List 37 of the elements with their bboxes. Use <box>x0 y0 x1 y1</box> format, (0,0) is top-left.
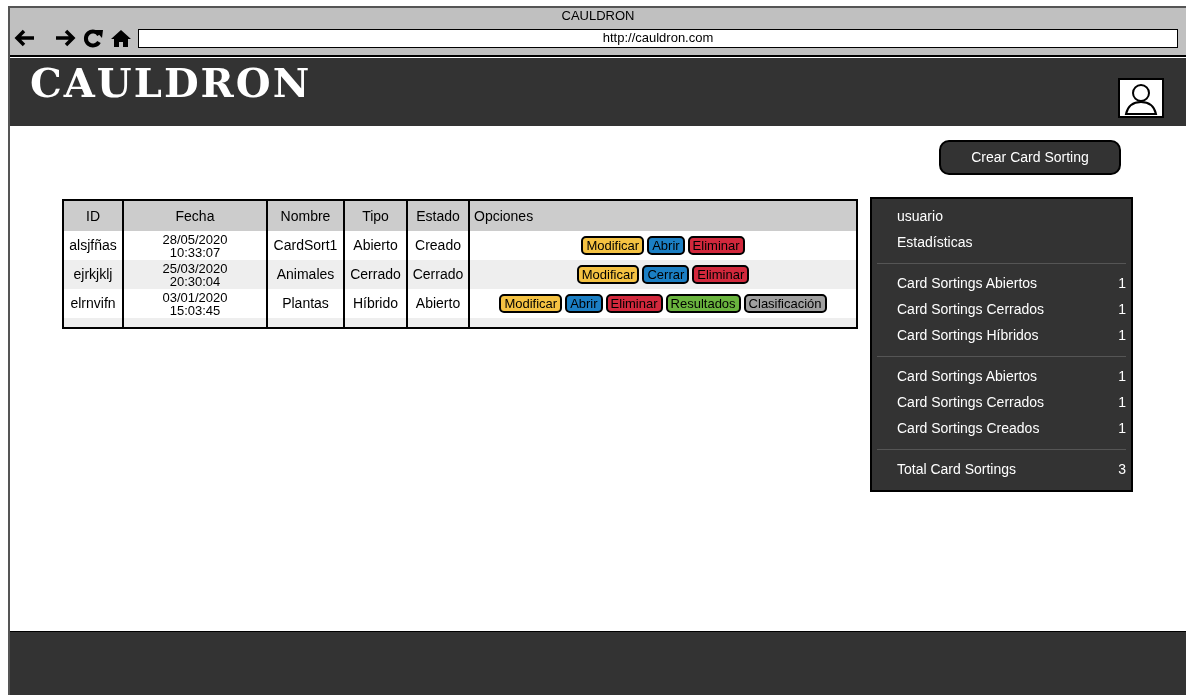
option-button[interactable]: Clasificación <box>743 294 827 313</box>
stat-label: Total Card Sortings <box>897 459 1017 479</box>
window-title: CAULDRON <box>561 8 635 23</box>
option-button[interactable]: Modificar <box>581 236 645 255</box>
stat-label: Card Sortings Híbridos <box>897 325 1039 345</box>
stat-value: 1 <box>1118 418 1126 438</box>
stat-value: 3 <box>1118 459 1126 479</box>
option-button[interactable]: Abrir <box>565 294 603 313</box>
option-button[interactable]: Eliminar <box>605 294 663 313</box>
option-button[interactable]: Eliminar <box>687 236 745 255</box>
stat-value: 1 <box>1118 273 1126 293</box>
stat-label: Card Sortings Abiertos <box>897 273 1038 293</box>
home-icon[interactable] <box>110 29 132 47</box>
stat-label: Card Sortings Cerrados <box>897 299 1045 319</box>
url-field[interactable]: http://cauldron.com <box>138 28 1178 48</box>
reload-icon[interactable] <box>82 28 104 48</box>
stat-label: Card Sortings Abiertos <box>897 366 1038 386</box>
back-icon[interactable] <box>14 29 36 47</box>
forward-icon[interactable] <box>54 29 76 47</box>
create-card-sorting-button[interactable]: Crear Card Sorting <box>939 140 1121 175</box>
statistics-title: Estadísticas <box>897 232 973 252</box>
username: usuario <box>897 206 943 226</box>
option-button[interactable]: Modificar <box>576 265 640 284</box>
option-button[interactable]: Abrir <box>647 236 685 255</box>
stat-value: 1 <box>1118 325 1126 345</box>
option-button[interactable]: Modificar <box>499 294 563 313</box>
stat-value: 1 <box>1118 392 1126 412</box>
logo: CAULDRON <box>30 58 312 108</box>
stat-label: Card Sortings Creados <box>897 418 1040 438</box>
stat-value: 1 <box>1118 366 1126 386</box>
option-button[interactable]: Cerrar <box>642 265 690 284</box>
stat-value: 1 <box>1118 299 1126 319</box>
option-button[interactable]: Resultados <box>665 294 741 313</box>
avatar-icon[interactable] <box>1118 78 1164 118</box>
stat-label: Card Sortings Cerrados <box>897 392 1045 412</box>
option-button[interactable]: Eliminar <box>692 265 750 284</box>
column-header: Opciones <box>473 206 535 226</box>
